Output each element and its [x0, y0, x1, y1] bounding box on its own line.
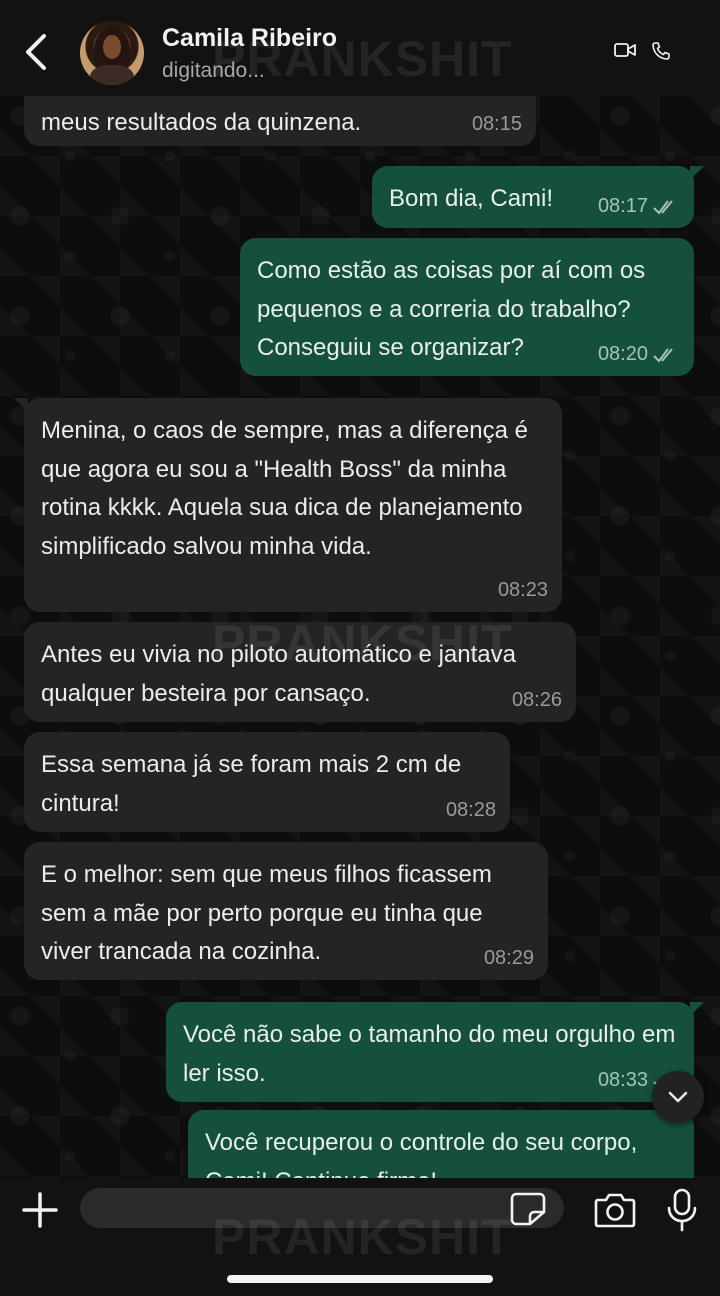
message-time: 08:33	[597, 1069, 648, 1091]
message-incoming[interactable]: Essa semana já se foram mais 2 cm de cin…	[24, 732, 510, 832]
microphone-icon[interactable]	[666, 1188, 698, 1232]
message-outgoing[interactable]: Bom dia, Cami! 08:17	[372, 166, 704, 228]
scroll-to-bottom-button[interactable]	[652, 1071, 704, 1123]
message-text: Menina, o caos de sempre, mas a diferenç…	[41, 417, 528, 560]
message-text: E o melhor: sem que meus filhos ficassem…	[41, 861, 492, 965]
camera-icon[interactable]	[594, 1192, 636, 1228]
message-time: 08:23	[497, 579, 548, 601]
video-camera-icon[interactable]	[614, 42, 636, 58]
message-incoming[interactable]: Menina, o caos de sempre, mas a diferenç…	[14, 398, 562, 612]
avatar-face	[103, 35, 121, 59]
chat-area[interactable]: meus resultados da quinzena. 08:15 Bom d…	[0, 96, 720, 1178]
message-incoming[interactable]: meus resultados da quinzena. 08:15	[24, 96, 536, 146]
back-button[interactable]	[20, 32, 50, 72]
message-incoming[interactable]: Antes eu vivia no piloto automático e ja…	[24, 622, 576, 722]
read-ticks-icon	[653, 348, 673, 363]
avatar[interactable]	[80, 21, 144, 85]
chevron-down-icon	[668, 1091, 688, 1103]
chat-header: Camila Ribeiro digitando... PRANKSHIT	[0, 0, 720, 96]
read-ticks-icon	[653, 200, 673, 215]
message-input[interactable]	[80, 1188, 564, 1228]
message-time: 08:15	[471, 113, 522, 135]
message-time: 08:20	[597, 343, 648, 365]
message-text: Você recuperou o controle do seu corpo, …	[205, 1129, 638, 1178]
message-text: meus resultados da quinzena.	[41, 109, 362, 136]
typing-status: digitando...	[162, 59, 265, 82]
message-time: 08:26	[511, 689, 562, 711]
message-time: 08:17	[597, 195, 648, 217]
plus-icon[interactable]	[20, 1190, 60, 1230]
message-text: Antes eu vivia no piloto automático e ja…	[41, 641, 516, 707]
message-outgoing[interactable]: Você recuperou o controle do seu corpo, …	[188, 1110, 694, 1178]
message-outgoing[interactable]: Você não sabe o tamanho do meu orgulho e…	[166, 1002, 704, 1102]
phone-icon[interactable]	[652, 42, 670, 60]
avatar-body	[90, 65, 134, 85]
message-time: 08:29	[483, 947, 534, 969]
message-text: Essa semana já se foram mais 2 cm de cin…	[41, 751, 462, 817]
home-indicator[interactable]	[227, 1275, 493, 1283]
composer-bar: PRANKSHIT	[0, 1178, 720, 1296]
message-incoming[interactable]: E o melhor: sem que meus filhos ficassem…	[24, 842, 548, 980]
contact-name[interactable]: Camila Ribeiro	[162, 24, 337, 53]
message-time: 08:28	[445, 799, 496, 821]
sticker-icon[interactable]	[510, 1192, 546, 1226]
message-outgoing[interactable]: Como estão as coisas por aí com os peque…	[240, 238, 694, 376]
